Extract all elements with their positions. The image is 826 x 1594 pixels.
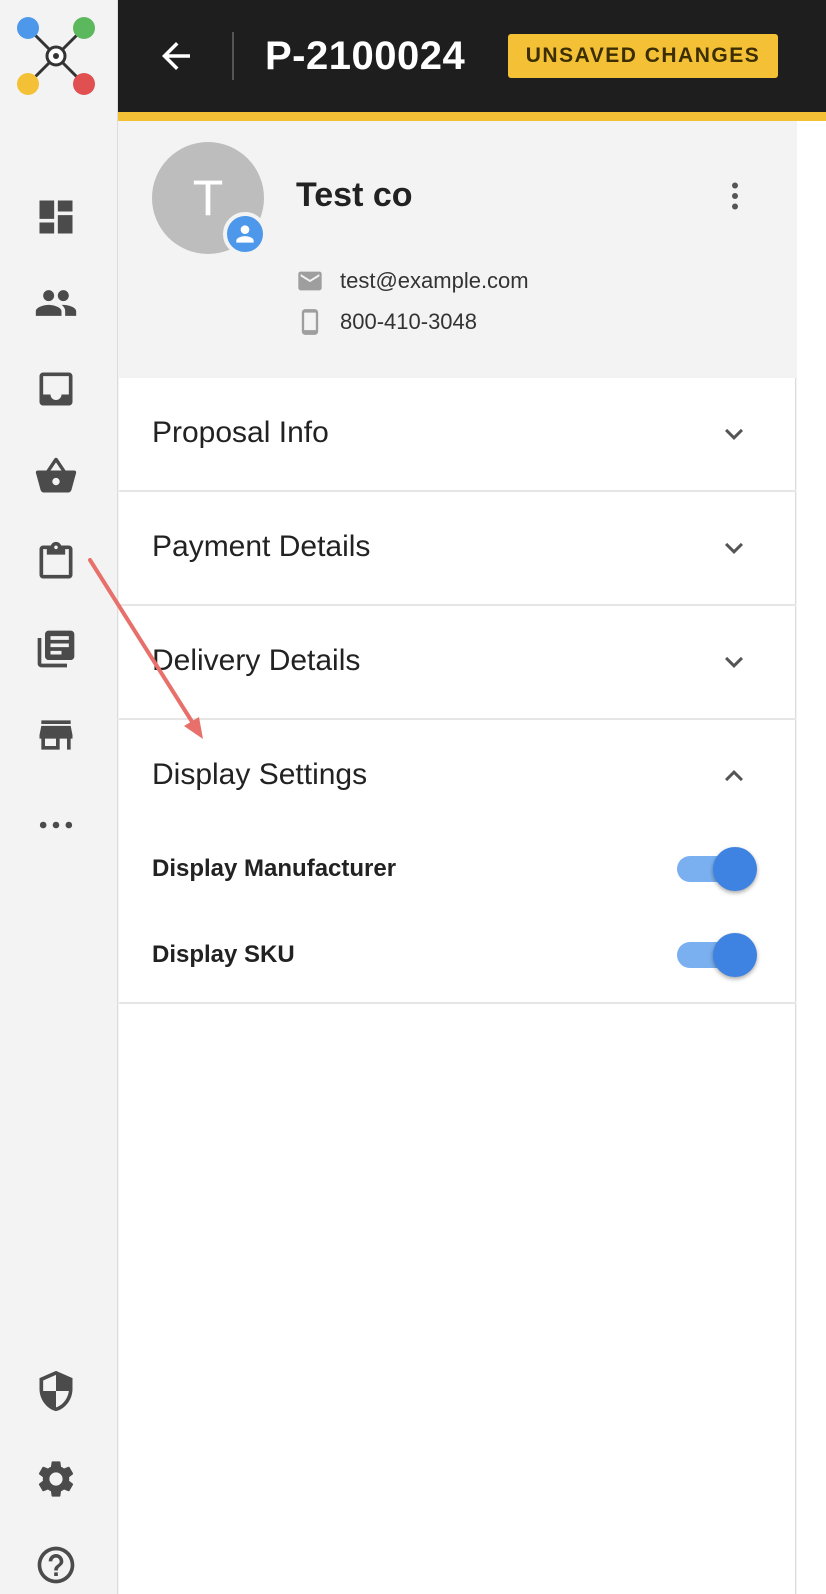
unsaved-changes-badge: UNSAVED CHANGES bbox=[508, 34, 778, 78]
toggle-knob bbox=[713, 933, 757, 977]
section-title: Payment Details bbox=[152, 530, 371, 563]
section-delivery-details[interactable]: Delivery Details bbox=[119, 606, 796, 720]
section-display-settings[interactable]: Display Settings bbox=[119, 720, 796, 821]
inbox-icon[interactable] bbox=[29, 362, 83, 416]
contact-card: T Test co test@example.com 800-410-3048 bbox=[119, 121, 796, 378]
setting-display-manufacturer: Display Manufacturer bbox=[119, 839, 796, 899]
shield-icon[interactable] bbox=[29, 1364, 83, 1418]
contact-phone[interactable]: 800-410-3048 bbox=[340, 309, 477, 335]
right-edge-panel bbox=[797, 121, 826, 1594]
section-proposal-info[interactable]: Proposal Info bbox=[119, 378, 796, 492]
chevron-up-icon[interactable] bbox=[716, 758, 752, 794]
contact-email-row: test@example.com bbox=[296, 267, 529, 295]
company-name: Test co bbox=[296, 176, 413, 214]
display-settings-body: Display Manufacturer Display SKU bbox=[119, 821, 796, 1004]
section-payment-details[interactable]: Payment Details bbox=[119, 492, 796, 606]
setting-label: Display Manufacturer bbox=[152, 855, 397, 882]
phone-icon bbox=[301, 309, 319, 335]
clipboard-icon[interactable] bbox=[29, 535, 83, 589]
section-title: Delivery Details bbox=[152, 644, 361, 677]
document-id: P-2100024 bbox=[265, 34, 466, 78]
chevron-down-icon[interactable] bbox=[716, 416, 752, 452]
more-vert-icon[interactable] bbox=[715, 171, 755, 221]
mail-icon bbox=[298, 271, 322, 291]
basket-icon[interactable] bbox=[29, 449, 83, 503]
setting-label: Display SKU bbox=[152, 941, 295, 968]
person-badge-icon bbox=[223, 212, 267, 256]
nav-rail bbox=[0, 0, 118, 1594]
section-title: Display Settings bbox=[152, 758, 368, 791]
library-icon[interactable] bbox=[29, 622, 83, 676]
header-accent-line bbox=[118, 112, 826, 121]
people-icon[interactable] bbox=[29, 276, 83, 330]
back-arrow-icon[interactable] bbox=[150, 30, 202, 82]
contact-phone-row: 800-410-3048 bbox=[296, 308, 477, 336]
gear-icon[interactable] bbox=[29, 1452, 83, 1506]
store-icon[interactable] bbox=[29, 708, 83, 762]
contact-email[interactable]: test@example.com bbox=[340, 268, 529, 294]
dashboard-icon[interactable] bbox=[29, 190, 83, 244]
help-icon[interactable] bbox=[29, 1538, 83, 1592]
proposal-panel: T Test co test@example.com 800-410-3048 … bbox=[119, 121, 796, 1594]
display-sku-toggle[interactable] bbox=[677, 933, 759, 977]
display-manufacturer-toggle[interactable] bbox=[677, 847, 759, 891]
chevron-down-icon[interactable] bbox=[716, 530, 752, 566]
section-title: Proposal Info bbox=[152, 416, 329, 449]
chevron-down-icon[interactable] bbox=[716, 644, 752, 680]
header-divider bbox=[232, 32, 234, 80]
setting-display-sku: Display SKU bbox=[119, 925, 796, 985]
more-horizontal-icon[interactable] bbox=[29, 798, 83, 852]
app-logo[interactable] bbox=[14, 14, 98, 98]
toggle-knob bbox=[713, 847, 757, 891]
